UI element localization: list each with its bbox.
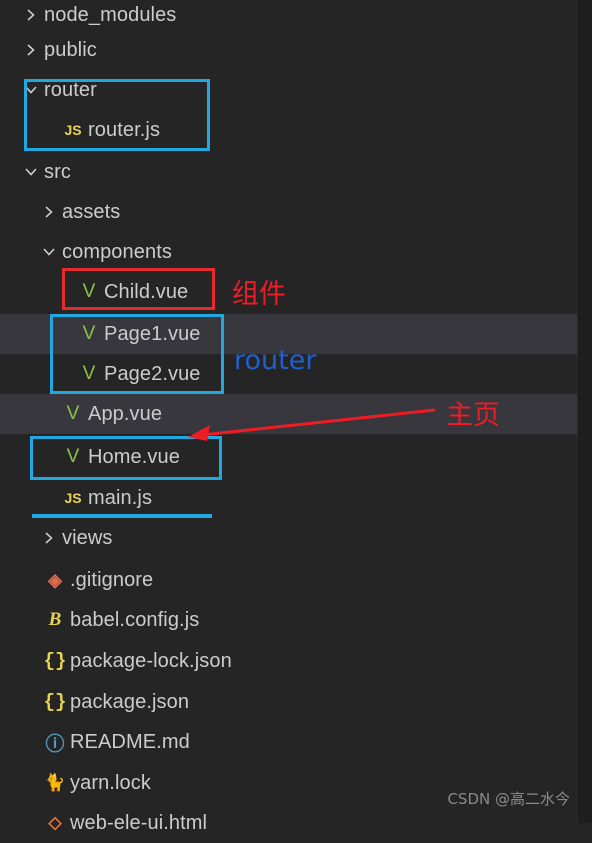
tree-twisty-empty — [22, 682, 40, 722]
tree-row-label: router — [44, 78, 97, 101]
annotation-label-component: 组件 — [232, 279, 286, 310]
tree-row[interactable]: views — [0, 518, 578, 558]
vue-file-icon: V — [66, 403, 80, 424]
tree-row[interactable]: ◈ .gitignore — [0, 560, 578, 600]
tree-row-label: main.js — [88, 486, 153, 509]
tree-twisty-empty — [22, 560, 40, 600]
js-file-icon: JS — [64, 122, 82, 138]
tree-row-label: Child.vue — [104, 280, 189, 303]
tree-row[interactable]: JS router.js — [0, 110, 578, 150]
git-file-icon: ◈ — [48, 569, 62, 590]
tree-twisty-empty — [40, 478, 58, 518]
tree-row-label: router.js — [88, 118, 161, 141]
vue-file-icon: V — [82, 281, 96, 302]
yarn-file-icon: 🐈 — [44, 773, 66, 792]
tree-row[interactable]: ◇ web-ele-ui.html — [0, 803, 578, 843]
tree-row[interactable]: ⓘ README.md — [0, 722, 578, 762]
chevron-down-icon[interactable] — [22, 152, 40, 192]
tree-twisty-empty — [22, 763, 40, 803]
annotation-label-home: 主页 — [446, 400, 500, 431]
tree-row-label: .gitignore — [70, 568, 154, 591]
js-file-icon: JS — [64, 490, 82, 506]
tree-row-label: Page1.vue — [104, 322, 201, 345]
scroll-marker-2 — [0, 400, 40, 402]
tree-row[interactable]: {} package.json — [0, 682, 578, 722]
braces-file-icon: {} — [43, 691, 67, 713]
tree-row[interactable]: JS main.js — [0, 478, 578, 518]
html-file-icon: ◇ — [48, 813, 62, 832]
annotation-underline-main-js — [32, 514, 212, 518]
tree-row-label: package-lock.json — [70, 649, 232, 672]
vue-file-icon: V — [66, 446, 80, 467]
chevron-right-icon[interactable] — [22, 30, 40, 70]
tree-row-label: components — [62, 240, 172, 263]
babel-file-icon: B — [48, 609, 62, 630]
tree-twisty-empty — [40, 110, 58, 150]
tree-row[interactable]: src — [0, 152, 578, 192]
chevron-down-icon[interactable] — [40, 232, 58, 272]
tree-row[interactable]: assets — [0, 192, 578, 232]
tree-row-label: babel.config.js — [70, 608, 200, 631]
tree-row-label: App.vue — [88, 402, 163, 425]
vue-file-icon: V — [82, 363, 96, 384]
chevron-right-icon[interactable] — [40, 192, 58, 232]
watermark-text: CSDN @高二水今 — [447, 790, 570, 808]
tree-twisty-empty — [22, 803, 40, 843]
tree-row-label: views — [62, 526, 113, 549]
info-file-icon: ⓘ — [45, 733, 65, 755]
tree-twisty-empty — [56, 272, 74, 312]
tree-row[interactable]: Bbabel.config.js — [0, 600, 578, 640]
tree-row-label: Home.vue — [88, 445, 180, 468]
tree-row[interactable]: public — [0, 30, 578, 70]
tree-row[interactable]: components — [0, 232, 578, 272]
tree-row-label: src — [44, 160, 71, 183]
tree-row-label: yarn.lock — [70, 771, 151, 794]
vue-file-icon: V — [82, 323, 96, 344]
scroll-marker-1 — [0, 342, 40, 344]
tree-twisty-empty — [56, 314, 74, 354]
tree-row-label: package.json — [70, 690, 190, 713]
chevron-right-icon[interactable] — [40, 518, 58, 558]
tree-row-label: web-ele-ui.html — [70, 811, 208, 834]
tree-row[interactable]: V Home.vue — [0, 437, 578, 477]
tree-twisty-empty — [22, 722, 40, 762]
tree-row-label: README.md — [70, 730, 190, 753]
tree-twisty-empty — [40, 394, 58, 434]
tree-row[interactable]: router — [0, 70, 578, 110]
tree-row-label: Page2.vue — [104, 362, 201, 385]
tree-twisty-empty — [22, 600, 40, 640]
chevron-down-icon[interactable] — [22, 70, 40, 110]
tree-row-label: assets — [62, 200, 121, 223]
tree-twisty-empty — [22, 641, 40, 681]
editor-gutter — [577, 0, 592, 823]
tree-twisty-empty — [40, 437, 58, 477]
annotation-label-router: router — [234, 345, 317, 376]
tree-row[interactable]: V Child.vue — [0, 272, 578, 312]
braces-file-icon: {} — [43, 650, 67, 672]
tree-row[interactable]: {} package-lock.json — [0, 641, 578, 681]
tree-row-label: node_modules — [44, 3, 177, 26]
tree-row-label: public — [44, 38, 97, 61]
tree-twisty-empty — [56, 354, 74, 394]
